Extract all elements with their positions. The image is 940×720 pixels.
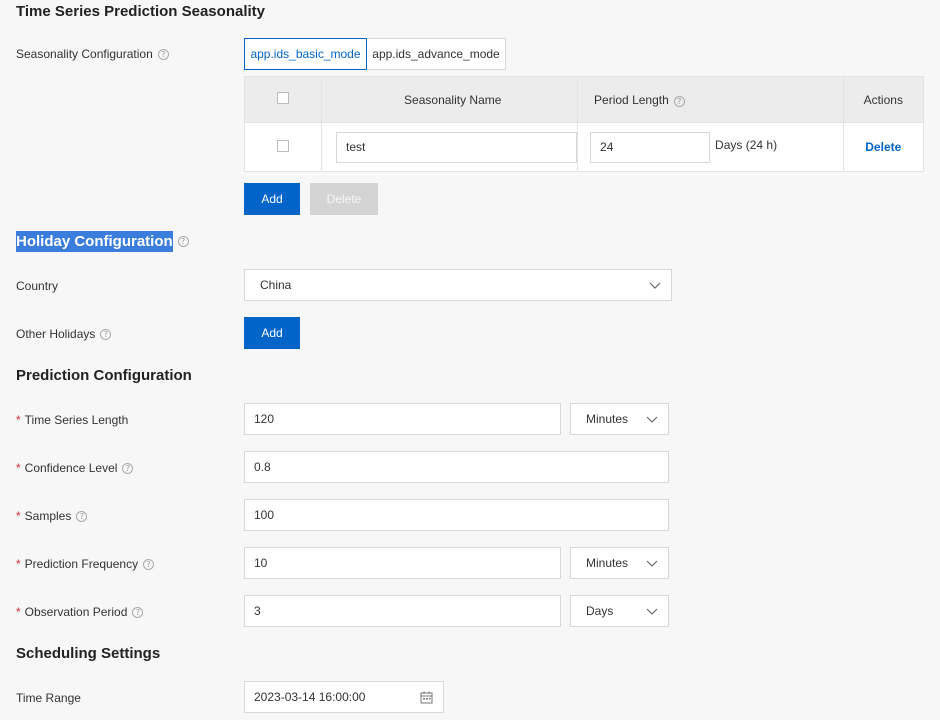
- tab-basic-mode[interactable]: app.ids_basic_mode: [244, 38, 367, 70]
- frequency-label: * Prediction Frequency?: [16, 557, 155, 571]
- ts-length-unit-value: Minutes: [586, 412, 629, 426]
- seasonality-table: Seasonality Name Period Length? Actions …: [243, 76, 925, 172]
- country-select[interactable]: China: [244, 269, 672, 301]
- confidence-label-text: Confidence Level: [24, 461, 118, 475]
- required-mark: *: [16, 557, 21, 571]
- country-value: China: [260, 278, 292, 292]
- samples-label-text: Samples: [24, 509, 72, 523]
- actions-cell: Delete: [842, 122, 925, 172]
- samples-input[interactable]: 100: [244, 499, 669, 531]
- delete-seasonality-button[interactable]: Delete: [310, 183, 378, 215]
- ts-length-label-text: Time Series Length: [24, 413, 129, 427]
- header-select-all[interactable]: [243, 76, 323, 123]
- observation-unit-select[interactable]: Days: [570, 595, 669, 627]
- frequency-unit-value: Minutes: [586, 556, 629, 570]
- chevron-down-icon: [646, 416, 658, 423]
- seasonality-config-label: Seasonality Configuration ?: [16, 47, 169, 61]
- help-icon[interactable]: ?: [132, 606, 144, 618]
- help-icon[interactable]: ?: [143, 558, 155, 570]
- add-seasonality-button[interactable]: Add: [244, 183, 300, 215]
- observation-unit-value: Days: [586, 604, 614, 618]
- prediction-title: Prediction Configuration: [16, 367, 192, 384]
- ts-length-unit-select[interactable]: Minutes: [570, 403, 669, 435]
- seasonality-config-label-text: Seasonality Configuration: [16, 47, 153, 61]
- help-icon[interactable]: ?: [76, 510, 88, 522]
- help-icon[interactable]: ?: [122, 462, 134, 474]
- row-delete-link[interactable]: Delete: [865, 140, 901, 154]
- holiday-title-wrap: Holiday Configuration ?: [16, 231, 189, 252]
- country-label: Country: [16, 279, 59, 293]
- header-actions: Actions: [842, 76, 925, 123]
- required-mark: *: [16, 413, 21, 427]
- time-range-value: 2023-03-14 16:00:00: [254, 690, 366, 704]
- time-range-label: Time Range: [16, 691, 81, 705]
- table-row: test 24 Days (24 h) Delete: [243, 122, 925, 172]
- header-period-length: Period Length?: [577, 76, 844, 123]
- observation-input[interactable]: 3: [244, 595, 561, 627]
- select-all-checkbox[interactable]: [277, 92, 290, 104]
- required-mark: *: [16, 605, 21, 619]
- observation-label-text: Observation Period: [24, 605, 128, 619]
- seasonality-name-input[interactable]: test: [336, 131, 578, 163]
- frequency-unit-select[interactable]: Minutes: [570, 547, 669, 579]
- required-mark: *: [16, 461, 21, 475]
- period-cell: 24 Days (24 h): [577, 122, 844, 172]
- ts-length-input[interactable]: 120: [244, 403, 561, 435]
- frequency-input[interactable]: 10: [244, 547, 561, 579]
- chevron-down-icon: [649, 282, 661, 289]
- help-icon[interactable]: ?: [673, 95, 685, 107]
- name-cell: test: [321, 122, 579, 172]
- row-checkbox[interactable]: [277, 139, 290, 152]
- observation-label: * Observation Period?: [16, 605, 144, 619]
- chevron-down-icon: [646, 608, 658, 615]
- header-period-length-text: Period Length: [594, 92, 669, 107]
- confidence-input[interactable]: 0.8: [244, 451, 669, 483]
- confidence-label: * Confidence Level?: [16, 461, 134, 475]
- other-holidays-label: Other Holidays ?: [16, 327, 112, 341]
- help-icon[interactable]: ?: [157, 48, 169, 60]
- time-range-picker[interactable]: 2023-03-14 16:00:00: [244, 681, 444, 713]
- holiday-title: Holiday Configuration: [16, 231, 173, 252]
- tab-advance-mode[interactable]: app.ids_advance_mode: [367, 38, 506, 70]
- required-mark: *: [16, 509, 21, 523]
- period-unit-text: Days (24 h): [715, 138, 778, 152]
- other-holidays-label-text: Other Holidays: [16, 327, 96, 341]
- period-length-input[interactable]: 24: [590, 131, 711, 163]
- row-select-cell[interactable]: [243, 122, 323, 172]
- frequency-label-text: Prediction Frequency: [24, 557, 139, 571]
- scheduling-title: Scheduling Settings: [16, 645, 161, 662]
- table-header-row: Seasonality Name Period Length? Actions: [243, 76, 925, 123]
- add-holiday-button[interactable]: Add: [244, 317, 300, 349]
- help-icon[interactable]: ?: [177, 236, 189, 247]
- ts-length-label: * Time Series Length: [16, 413, 128, 427]
- chevron-down-icon: [646, 560, 658, 567]
- calendar-icon: [420, 691, 433, 703]
- header-seasonality-name: Seasonality Name: [321, 76, 579, 123]
- help-icon[interactable]: ?: [100, 328, 112, 340]
- samples-label: * Samples?: [16, 509, 88, 523]
- seasonality-title: Time Series Prediction Seasonality: [16, 3, 265, 20]
